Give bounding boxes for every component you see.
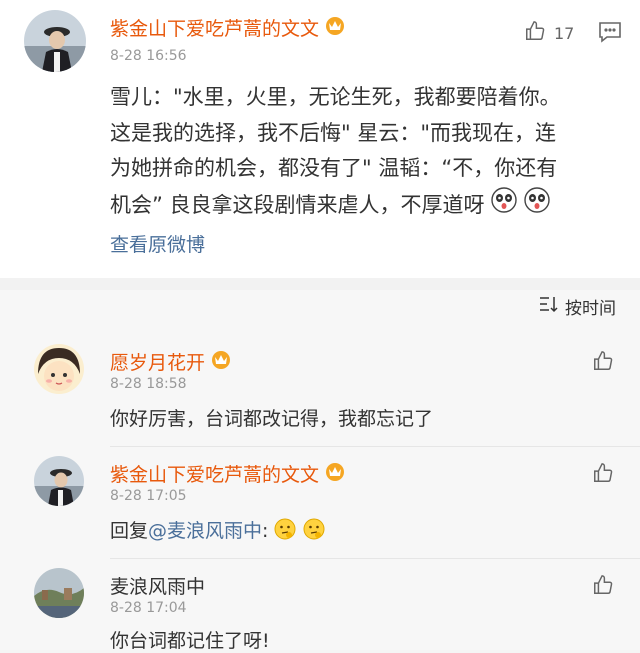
mention-link[interactable]: @麦浪风雨中 <box>148 520 262 542</box>
sort-icon <box>539 295 559 318</box>
post-time: 8-28 16:56 <box>110 48 187 64</box>
vip-crown-icon <box>323 461 347 486</box>
comment-list: 愿岁月花开 8-28 18:58 你好厉害，台词都改记得，我都忘记了 紫金山下爱… <box>0 326 640 652</box>
comment-like-button[interactable] <box>592 462 614 488</box>
comment-text: 你好厉害，台词都改记得，我都忘记了 <box>110 408 434 430</box>
comment-time: 8-28 17:04 <box>110 600 187 616</box>
post-line: 雪儿："水里，火里，无论生死，我都要陪着你。 <box>110 85 561 109</box>
post-author-avatar[interactable] <box>24 10 86 72</box>
commenter-name[interactable]: 愿岁月花开 <box>110 348 233 375</box>
comment-sort-bar: 按时间 <box>0 290 640 326</box>
panda-emoji-icon <box>524 186 550 225</box>
commenter-name[interactable]: 麦浪风雨中 <box>110 572 205 599</box>
panda-emoji-icon <box>491 186 517 225</box>
thumbs-up-icon <box>592 462 614 488</box>
weibo-post: 紫金山下爱吃芦蒿的文文 8-28 16:56 17 雪儿："水里，火里，无论生死… <box>0 0 640 278</box>
thumbs-up-icon <box>592 574 614 600</box>
commenter-avatar[interactable] <box>34 568 84 618</box>
post-body: 雪儿："水里，火里，无论生死，我都要陪着你。 这是我的选择，我不后悔" 星云："… <box>110 80 610 224</box>
comment-time: 8-28 17:05 <box>110 488 187 504</box>
thumbs-up-icon <box>592 350 614 376</box>
commenter-avatar[interactable] <box>34 456 84 506</box>
post-author-name[interactable]: 紫金山下爱吃芦蒿的文文 <box>110 14 347 41</box>
comment-icon <box>598 21 622 47</box>
comment-like-button[interactable] <box>592 350 614 376</box>
comment-like-button[interactable] <box>592 574 614 600</box>
post-line-last: 机会” 良良拿这段剧情来虐人，不厚道呀 <box>110 186 610 225</box>
post-like-button[interactable]: 17 <box>524 20 574 46</box>
comment-button[interactable] <box>598 21 622 47</box>
sort-label: 按时间 <box>565 299 616 319</box>
commenter-name[interactable]: 紫金山下爱吃芦蒿的文文 <box>110 460 347 487</box>
thumbs-up-icon <box>524 20 546 46</box>
divider <box>110 558 640 559</box>
post-line: 这是我的选择，我不后悔" 星云："而我现在，连 <box>110 120 556 145</box>
vip-crown-icon <box>323 15 347 40</box>
commenter-avatar[interactable] <box>34 344 84 394</box>
comment-time: 8-28 18:58 <box>110 376 187 392</box>
thinking-emoji-icon <box>303 518 325 545</box>
post-like-count: 17 <box>554 23 575 43</box>
section-gap <box>0 278 640 290</box>
comment-text: 你台词都记住了呀! <box>110 630 270 652</box>
vip-crown-icon <box>209 349 233 374</box>
divider <box>110 446 640 447</box>
view-original-weibo-link[interactable]: 查看原微博 <box>110 230 205 257</box>
post-line: 为她拼命的机会，都没有了" 温韬：“不，你还有 <box>110 156 558 180</box>
comment-text: 回复@麦浪风雨中: <box>110 516 325 545</box>
thinking-emoji-icon <box>274 518 296 545</box>
sort-by-time-button[interactable]: 按时间 <box>539 294 616 319</box>
